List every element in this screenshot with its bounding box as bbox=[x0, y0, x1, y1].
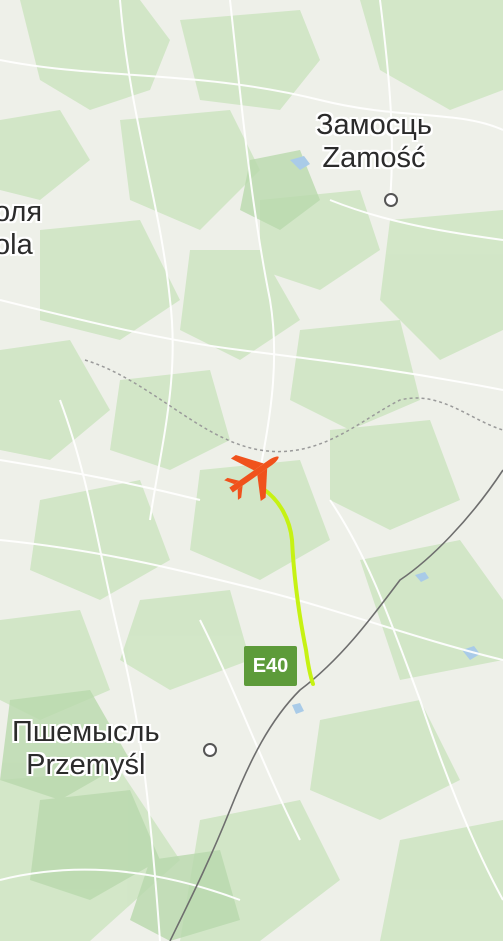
city-name-cyrillic: оля bbox=[0, 196, 43, 228]
airplane-icon[interactable] bbox=[222, 442, 286, 506]
city-name-latin: Zamość bbox=[322, 142, 426, 174]
city-label-przemysl[interactable]: Пшемысль Przemyśl bbox=[12, 716, 160, 782]
city-name-latin: ola bbox=[0, 229, 33, 261]
city-name-cyrillic: Пшемысль bbox=[12, 716, 160, 748]
city-name-cyrillic: Замосць bbox=[316, 109, 432, 141]
map-view[interactable]: Замосць Zamość оля ola Пшемысль Przemyśl… bbox=[0, 0, 503, 941]
city-name-latin: Przemyśl bbox=[26, 749, 146, 781]
city-dot-icon[interactable] bbox=[384, 193, 398, 207]
city-label-partial[interactable]: оля ola bbox=[0, 196, 42, 262]
city-dot-icon[interactable] bbox=[203, 743, 217, 757]
city-label-zamosc[interactable]: Замосць Zamość bbox=[316, 109, 432, 175]
road-shield-e40: E40 bbox=[244, 646, 297, 686]
